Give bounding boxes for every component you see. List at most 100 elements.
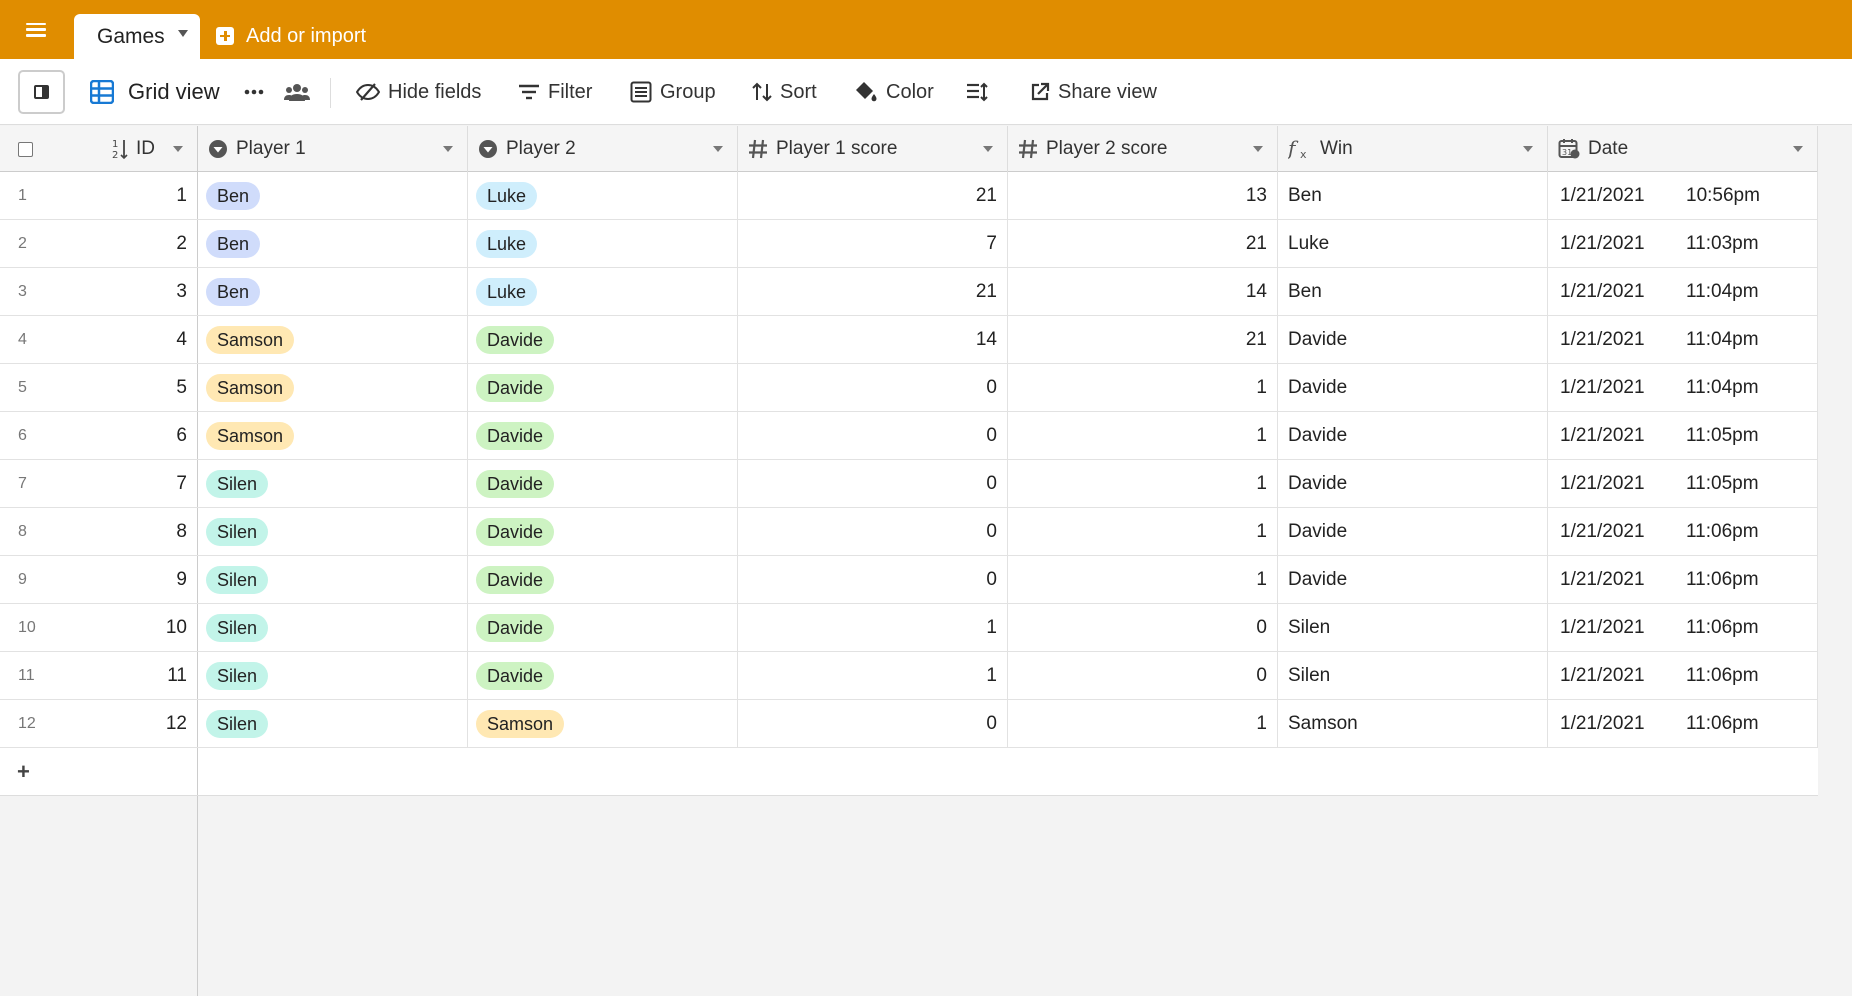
- date-cell[interactable]: 1/21/2021 10:56pm: [1548, 172, 1818, 219]
- table-row[interactable]: 10 10 Silen Davide 1 0 Silen 1/21/2021 11:06pm: [0, 604, 1818, 652]
- row-number-cell[interactable]: 55: [0, 364, 198, 411]
- player2-cell[interactable]: Luke: [468, 220, 738, 267]
- player2-cell[interactable]: Davide: [468, 316, 738, 363]
- player2-cell[interactable]: Davide: [468, 556, 738, 603]
- win-cell[interactable]: Ben: [1278, 172, 1548, 219]
- row-number-cell[interactable]: 11 11: [0, 652, 198, 699]
- player2-score-cell[interactable]: 21: [1008, 220, 1278, 267]
- header-date[interactable]: 31 Date: [1548, 126, 1818, 172]
- player1-cell[interactable]: Ben: [198, 172, 468, 219]
- row-height-button[interactable]: [966, 77, 988, 107]
- player2-score-cell[interactable]: 1: [1008, 412, 1278, 459]
- player1-score-cell[interactable]: 0: [738, 508, 1008, 555]
- column-menu-player1[interactable]: [443, 146, 453, 152]
- hide-fields-button[interactable]: Hide fields: [356, 77, 481, 107]
- win-cell[interactable]: Silen: [1278, 652, 1548, 699]
- row-number-cell[interactable]: 33: [0, 268, 198, 315]
- win-cell[interactable]: Davide: [1278, 364, 1548, 411]
- win-cell[interactable]: Davide: [1278, 316, 1548, 363]
- sort-button[interactable]: Sort: [752, 77, 817, 107]
- share-view-button[interactable]: Share view: [1030, 77, 1157, 107]
- player2-score-cell[interactable]: 0: [1008, 604, 1278, 651]
- player2-cell[interactable]: Davide: [468, 412, 738, 459]
- player1-cell[interactable]: Silen: [198, 652, 468, 699]
- player2-cell[interactable]: Davide: [468, 460, 738, 507]
- table-row[interactable]: 2 2 Ben Luke 7 21 Luke 1/21/2021 11:03pm: [0, 220, 1818, 268]
- date-cell[interactable]: 1/21/2021 11:06pm: [1548, 556, 1818, 603]
- win-cell[interactable]: Ben: [1278, 268, 1548, 315]
- column-menu-win[interactable]: [1523, 146, 1533, 152]
- select-all-checkbox[interactable]: [18, 141, 33, 157]
- group-button[interactable]: Group: [630, 77, 716, 107]
- date-cell[interactable]: 1/21/2021 11:03pm: [1548, 220, 1818, 267]
- player2-score-cell[interactable]: 14: [1008, 268, 1278, 315]
- table-row[interactable]: 9 9 Silen Davide 0 1 Davide 1/21/2021 11:06pm: [0, 556, 1818, 604]
- player1-cell[interactable]: Samson: [198, 412, 468, 459]
- win-cell[interactable]: Silen: [1278, 604, 1548, 651]
- row-number-cell[interactable]: 12 12: [0, 700, 198, 747]
- row-number-cell[interactable]: 77: [0, 460, 198, 507]
- row-number-cell[interactable]: 88: [0, 508, 198, 555]
- table-row[interactable]: 7 7 Silen Davide 0 1 Davide 1/21/2021 11:05pm: [0, 460, 1818, 508]
- column-menu-player1-score[interactable]: [983, 146, 993, 152]
- header-player1-score[interactable]: Player 1 score: [738, 126, 1008, 172]
- color-button[interactable]: Color: [854, 77, 934, 107]
- player1-cell[interactable]: Silen: [198, 460, 468, 507]
- player1-cell[interactable]: Silen: [198, 604, 468, 651]
- column-menu-player2[interactable]: [713, 146, 723, 152]
- player2-score-cell[interactable]: 1: [1008, 460, 1278, 507]
- collaborators-button[interactable]: [284, 77, 310, 107]
- date-cell[interactable]: 1/21/2021 11:04pm: [1548, 268, 1818, 315]
- caret-down-icon[interactable]: [178, 30, 188, 37]
- win-cell[interactable]: Davide: [1278, 556, 1548, 603]
- player2-score-cell[interactable]: 1: [1008, 556, 1278, 603]
- row-number-cell[interactable]: 11: [0, 172, 198, 219]
- table-row[interactable]: 3 3 Ben Luke 21 14 Ben 1/21/2021 11:04pm: [0, 268, 1818, 316]
- column-menu-player2-score[interactable]: [1253, 146, 1263, 152]
- win-cell[interactable]: Davide: [1278, 412, 1548, 459]
- player1-score-cell[interactable]: 0: [738, 460, 1008, 507]
- player1-cell[interactable]: Samson: [198, 316, 468, 363]
- player2-cell[interactable]: Davide: [468, 364, 738, 411]
- add-record-icon[interactable]: +: [17, 761, 30, 783]
- player2-cell[interactable]: Luke: [468, 172, 738, 219]
- player2-score-cell[interactable]: 1: [1008, 364, 1278, 411]
- player1-score-cell[interactable]: 21: [738, 172, 1008, 219]
- player2-cell[interactable]: Davide: [468, 508, 738, 555]
- player2-score-cell[interactable]: 21: [1008, 316, 1278, 363]
- tab-games[interactable]: Games: [74, 14, 200, 59]
- date-cell[interactable]: 1/21/2021 11:04pm: [1548, 316, 1818, 363]
- view-more-button[interactable]: [244, 77, 264, 107]
- table-row[interactable]: 8 8 Silen Davide 0 1 Davide 1/21/2021 11:06pm: [0, 508, 1818, 556]
- date-cell[interactable]: 1/21/2021 11:06pm: [1548, 508, 1818, 555]
- player2-cell[interactable]: Davide: [468, 652, 738, 699]
- player1-score-cell[interactable]: 0: [738, 556, 1008, 603]
- player1-score-cell[interactable]: 0: [738, 412, 1008, 459]
- player2-cell[interactable]: Samson: [468, 700, 738, 747]
- menu-button[interactable]: [0, 0, 72, 59]
- player1-score-cell[interactable]: 0: [738, 364, 1008, 411]
- table-row[interactable]: 1 1 Ben Luke 21 13 Ben 1/21/2021 10:56pm: [0, 172, 1818, 220]
- add-row[interactable]: +: [0, 748, 1818, 796]
- player1-cell[interactable]: Silen: [198, 508, 468, 555]
- table-row[interactable]: 5 5 Samson Davide 0 1 Davide 1/21/2021 11:04pm: [0, 364, 1818, 412]
- player1-score-cell[interactable]: 1: [738, 604, 1008, 651]
- table-row[interactable]: 11 11 Silen Davide 1 0 Silen 1/21/2021 11:06pm: [0, 652, 1818, 700]
- column-header-id[interactable]: ID: [136, 138, 155, 160]
- column-menu-date[interactable]: [1793, 146, 1803, 152]
- player1-cell[interactable]: Silen: [198, 556, 468, 603]
- date-cell[interactable]: 1/21/2021 11:06pm: [1548, 700, 1818, 747]
- date-cell[interactable]: 1/21/2021 11:05pm: [1548, 412, 1818, 459]
- table-row[interactable]: 6 6 Samson Davide 0 1 Davide 1/21/2021 11:05pm: [0, 412, 1818, 460]
- header-player2[interactable]: Player 2: [468, 126, 738, 172]
- view-switcher[interactable]: Grid view: [90, 77, 220, 107]
- row-number-cell[interactable]: 66: [0, 412, 198, 459]
- row-number-cell[interactable]: 99: [0, 556, 198, 603]
- add-or-import-button[interactable]: Add or import: [216, 24, 366, 48]
- column-menu-id[interactable]: [173, 146, 183, 152]
- date-cell[interactable]: 1/21/2021 11:06pm: [1548, 604, 1818, 651]
- player1-cell[interactable]: Silen: [198, 700, 468, 747]
- date-cell[interactable]: 1/21/2021 11:06pm: [1548, 652, 1818, 699]
- row-number-cell[interactable]: 10 10: [0, 604, 198, 651]
- win-cell[interactable]: Samson: [1278, 700, 1548, 747]
